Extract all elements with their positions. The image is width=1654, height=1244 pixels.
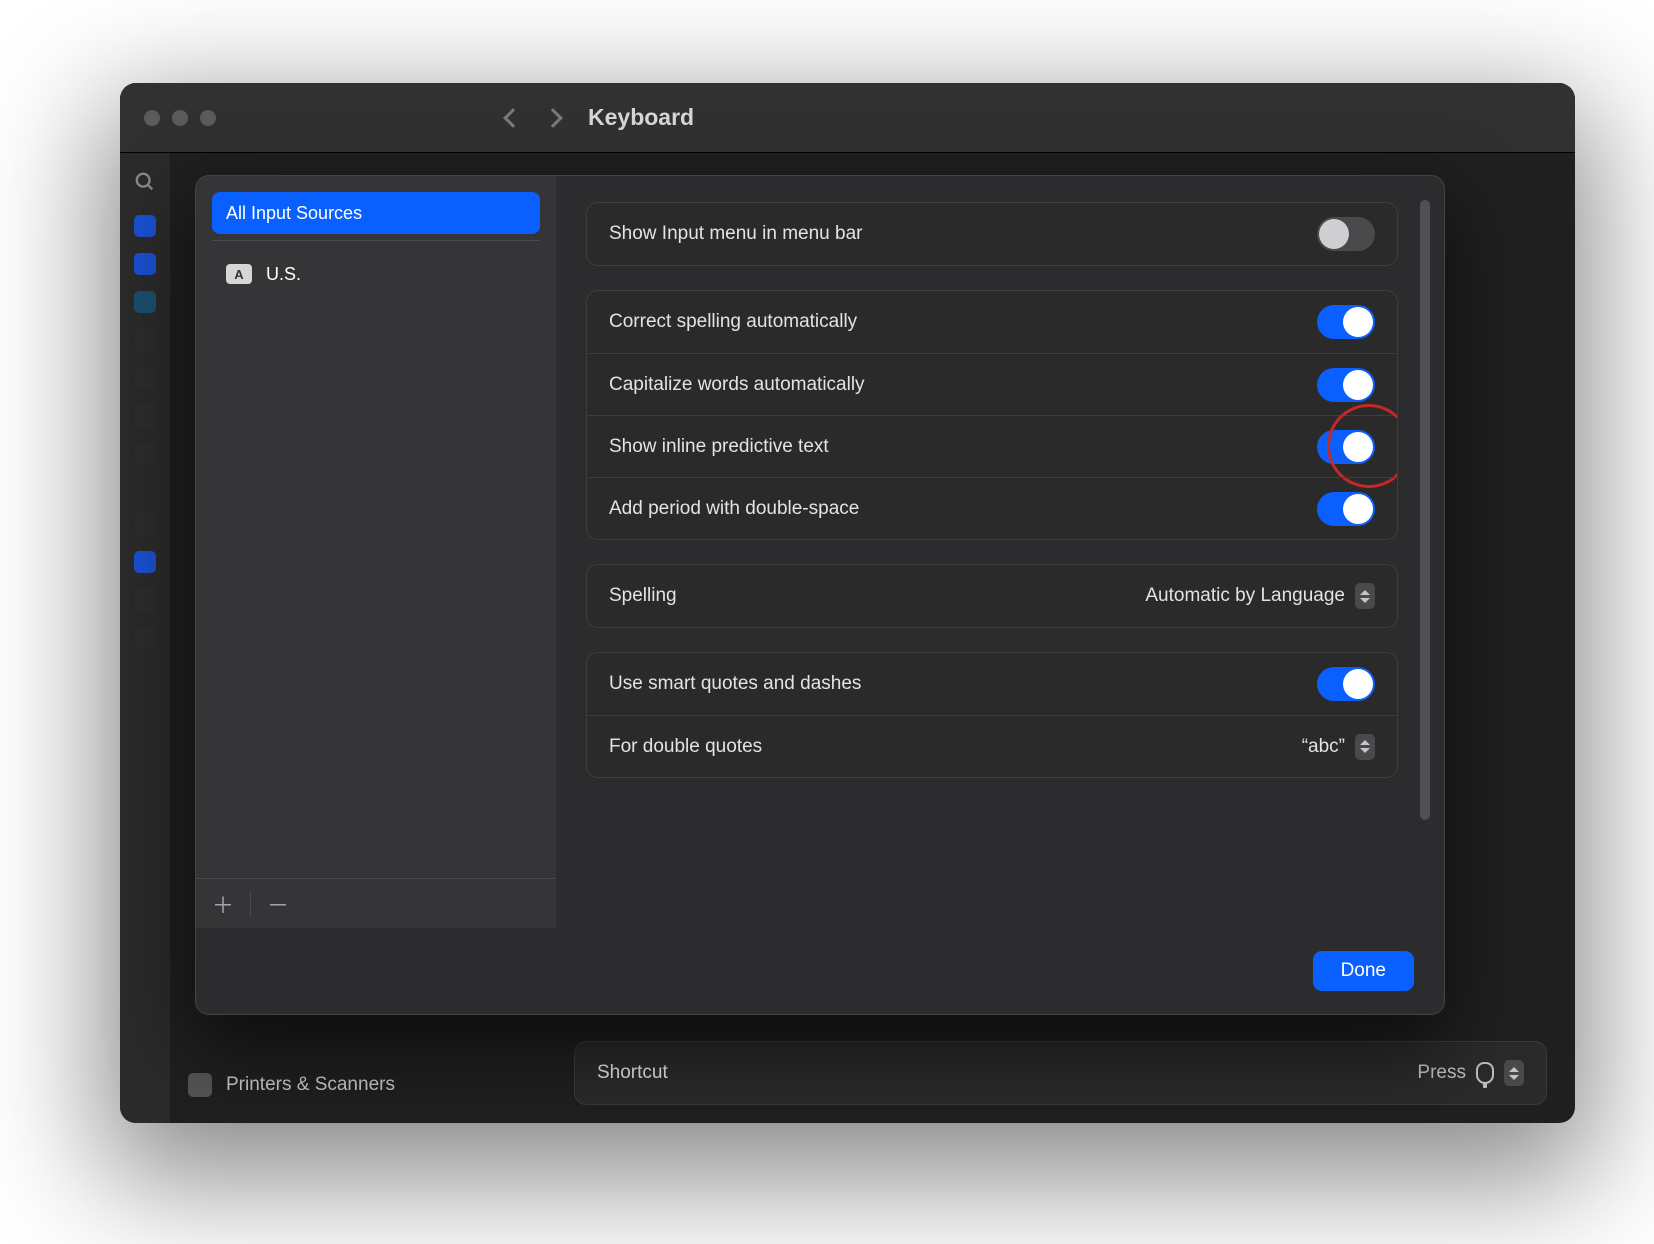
group-typing: Correct spelling automatically Capitaliz… xyxy=(586,290,1398,540)
row-label: Show Input menu in menu bar xyxy=(609,223,863,245)
item-label: All Input Sources xyxy=(226,203,362,224)
group-menu-bar: Show Input menu in menu bar xyxy=(586,202,1398,266)
sidebar-item[interactable] xyxy=(134,513,156,535)
zoom-window-button[interactable] xyxy=(200,110,216,126)
sheet-main: Show Input menu in menu bar Correct spel… xyxy=(556,176,1444,928)
sheet-sidebar-footer: ＋ － xyxy=(196,878,556,928)
sidebar-item[interactable] xyxy=(134,551,156,573)
row-double-quotes[interactable]: For double quotes “abc” xyxy=(587,715,1397,777)
settings-scroll[interactable]: Show Input menu in menu bar Correct spel… xyxy=(586,202,1404,822)
input-sources-sheet: All Input Sources A U.S. ＋ － Show Input … xyxy=(195,175,1445,1015)
input-source-item-us[interactable]: A U.S. xyxy=(212,253,540,295)
add-source-button[interactable]: ＋ xyxy=(212,888,234,920)
shortcut-value: Press xyxy=(1417,1060,1524,1086)
microphone-icon xyxy=(1476,1062,1494,1084)
row-spelling[interactable]: Spelling Automatic by Language xyxy=(587,565,1397,627)
sidebar-item[interactable] xyxy=(134,367,156,389)
titlebar: Keyboard xyxy=(120,83,1575,153)
done-button[interactable]: Done xyxy=(1313,951,1414,991)
input-source-list: All Input Sources A U.S. xyxy=(196,176,556,878)
row-show-input-menu: Show Input menu in menu bar xyxy=(587,203,1397,265)
printer-icon xyxy=(188,1073,212,1097)
all-input-sources-item[interactable]: All Input Sources xyxy=(212,192,540,234)
group-quotes: Use smart quotes and dashes For double q… xyxy=(586,652,1398,778)
group-spelling: Spelling Automatic by Language xyxy=(586,564,1398,628)
forward-button[interactable] xyxy=(543,108,563,128)
stepper-icon[interactable] xyxy=(1504,1060,1524,1086)
row-label: Spelling xyxy=(609,585,677,607)
divider xyxy=(250,892,251,916)
toggle-smart-quotes[interactable] xyxy=(1317,667,1375,701)
sidebar-item-label: Printers & Scanners xyxy=(226,1074,395,1096)
keyboard-layout-icon: A xyxy=(226,264,252,284)
sheet-footer: Done xyxy=(196,928,1444,1014)
shortcut-row[interactable]: Shortcut Press xyxy=(574,1041,1547,1105)
nav-arrows xyxy=(506,111,560,125)
row-label: For double quotes xyxy=(609,736,762,758)
sidebar-item[interactable] xyxy=(134,291,156,313)
sidebar-item[interactable] xyxy=(134,627,156,649)
sidebar-item[interactable] xyxy=(134,329,156,351)
toggle-capitalize-words[interactable] xyxy=(1317,368,1375,402)
settings-sidebar xyxy=(120,153,170,1123)
chevron-updown-icon xyxy=(1355,583,1375,609)
toggle-add-period[interactable] xyxy=(1317,492,1375,526)
sheet-body: All Input Sources A U.S. ＋ － Show Input … xyxy=(196,176,1444,928)
row-label: Show inline predictive text xyxy=(609,436,829,458)
chevron-updown-icon xyxy=(1355,734,1375,760)
sidebar-item[interactable] xyxy=(134,405,156,427)
row-add-period: Add period with double-space xyxy=(587,477,1397,539)
sidebar-item[interactable] xyxy=(134,589,156,611)
row-predictive-text: Show inline predictive text xyxy=(587,415,1397,477)
sidebar-item[interactable] xyxy=(134,443,156,465)
row-label: Add period with double-space xyxy=(609,498,859,520)
sidebar-item[interactable] xyxy=(134,215,156,237)
row-label: Use smart quotes and dashes xyxy=(609,673,861,695)
spelling-select[interactable]: Automatic by Language xyxy=(1145,583,1375,609)
traffic-lights xyxy=(144,110,216,126)
search-icon[interactable] xyxy=(134,171,156,199)
row-correct-spelling: Correct spelling automatically xyxy=(587,291,1397,353)
remove-source-button[interactable]: － xyxy=(267,888,289,920)
row-label: Capitalize words automatically xyxy=(609,374,865,396)
scrollbar[interactable] xyxy=(1420,200,1430,820)
sidebar-item[interactable] xyxy=(134,253,156,275)
toggle-show-input-menu[interactable] xyxy=(1317,217,1375,251)
close-window-button[interactable] xyxy=(144,110,160,126)
divider xyxy=(212,240,540,241)
toggle-correct-spelling[interactable] xyxy=(1317,305,1375,339)
row-label: Correct spelling automatically xyxy=(609,311,857,333)
minimize-window-button[interactable] xyxy=(172,110,188,126)
back-button[interactable] xyxy=(503,108,523,128)
shortcut-label: Shortcut xyxy=(597,1062,668,1084)
page-title: Keyboard xyxy=(588,104,694,131)
row-capitalize-words: Capitalize words automatically xyxy=(587,353,1397,415)
sheet-sidebar: All Input Sources A U.S. ＋ － xyxy=(196,176,556,928)
toggle-predictive-text[interactable] xyxy=(1317,430,1375,464)
item-label: U.S. xyxy=(266,264,301,285)
double-quotes-select[interactable]: “abc” xyxy=(1302,734,1375,760)
row-smart-quotes: Use smart quotes and dashes xyxy=(587,653,1397,715)
sidebar-item-printers[interactable]: Printers & Scanners xyxy=(188,1073,395,1097)
